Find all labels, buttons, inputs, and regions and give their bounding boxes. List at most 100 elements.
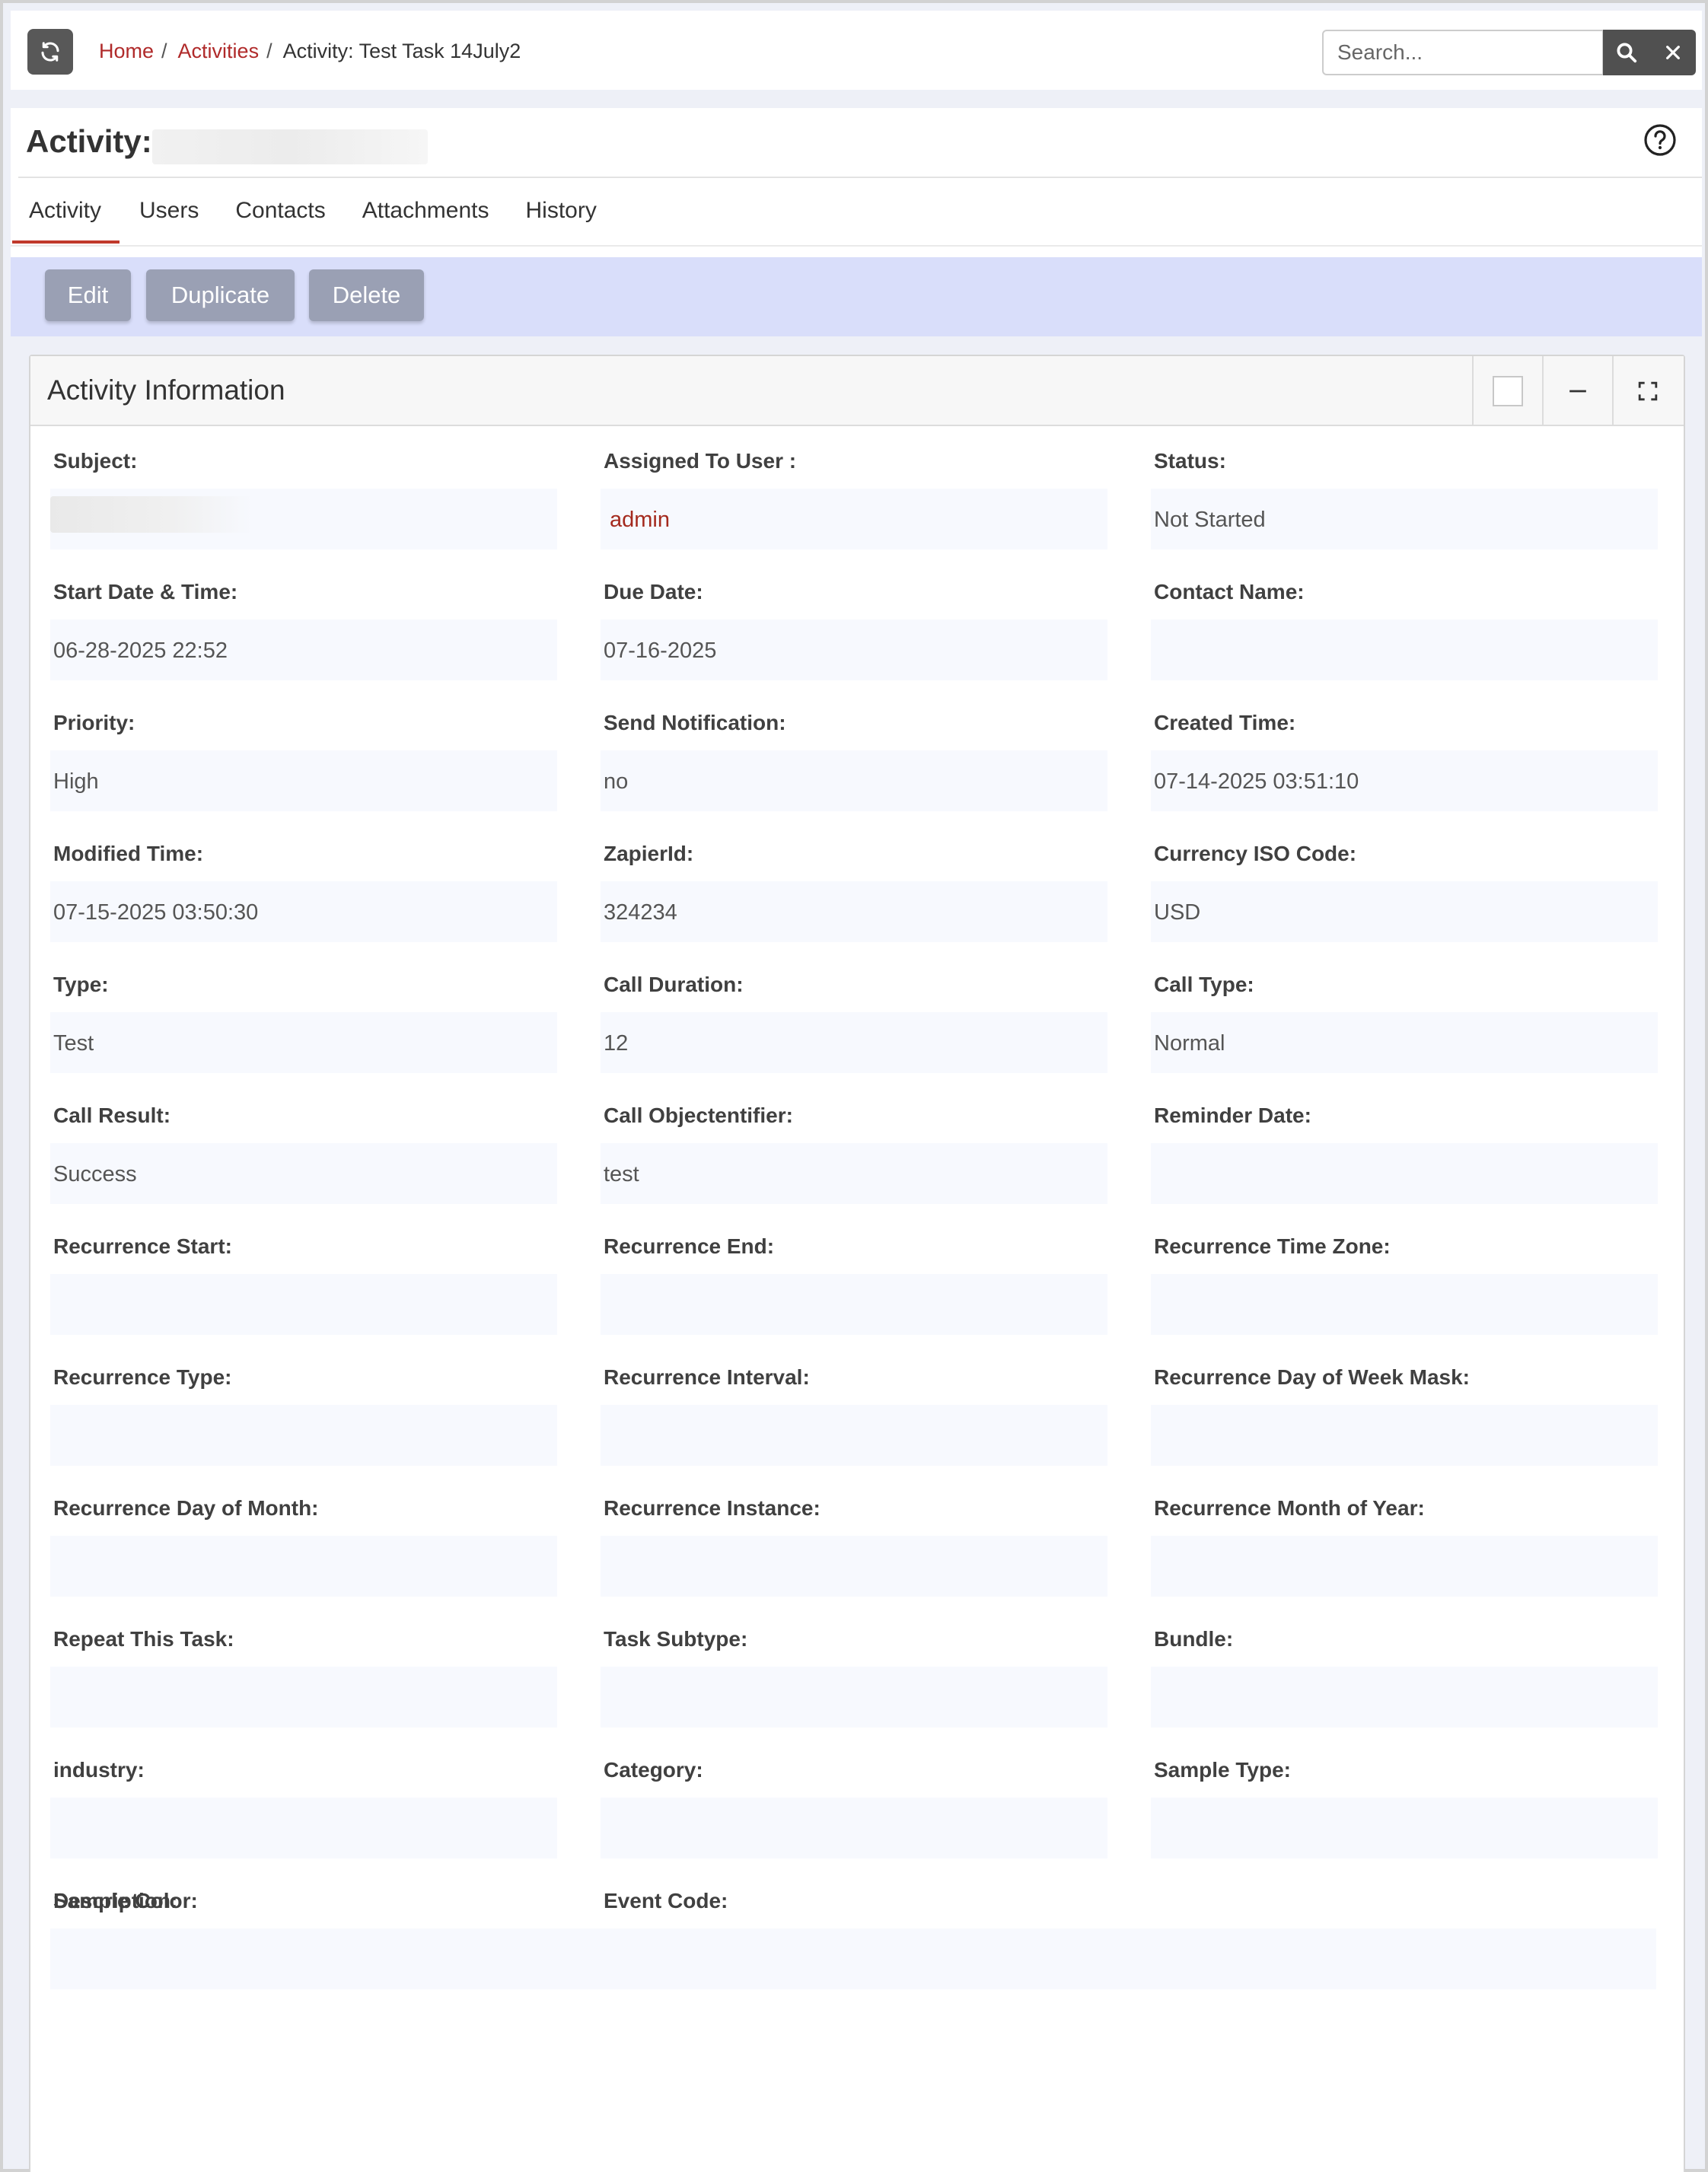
- assigned-user-link[interactable]: admin: [610, 508, 670, 533]
- field-value: 06-28-2025 22:52: [53, 639, 228, 663]
- tab-activity[interactable]: Activity: [11, 178, 121, 244]
- field-label: Recurrence Start:: [53, 1234, 232, 1258]
- field-value-box: [601, 1012, 1107, 1073]
- field-label: Contact Name:: [1154, 580, 1305, 604]
- field-value-box: [1151, 1143, 1658, 1204]
- field-label: Call Duration:: [604, 973, 744, 996]
- field-label: Recurrence Interval:: [604, 1365, 810, 1389]
- top-bar: Home / Activities / Activity: Test Task …: [11, 11, 1702, 90]
- field-value: Not Started: [1154, 508, 1266, 532]
- tab-attachments[interactable]: Attachments: [344, 178, 508, 244]
- divider: [11, 245, 1702, 247]
- expand-icon: [1638, 381, 1658, 401]
- field-label: Start Date & Time:: [53, 580, 238, 604]
- field-label: Sample Type:: [1154, 1758, 1291, 1782]
- refresh-button[interactable]: [27, 29, 73, 75]
- checkbox[interactable]: [1493, 376, 1523, 406]
- field-label: Event Code:: [604, 1889, 728, 1912]
- field-label: Status:: [1154, 449, 1226, 473]
- field-value: test: [604, 1162, 639, 1186]
- field-value-box: [601, 1274, 1107, 1335]
- field-label: Recurrence Day of Week Mask:: [1154, 1365, 1470, 1389]
- search-button[interactable]: [1603, 30, 1650, 75]
- record-header: Activity: Activity Users Contacts Attach…: [11, 108, 1702, 336]
- field-label: Type:: [53, 973, 109, 996]
- field-label: ZapierId:: [604, 842, 694, 865]
- field-label: Created Time:: [1154, 711, 1296, 734]
- field-value: USD: [1154, 900, 1201, 925]
- page-title: Activity:: [26, 123, 152, 159]
- field-value: 324234: [604, 900, 677, 925]
- field-value-box: [1151, 881, 1658, 942]
- field-label: Send Notification:: [604, 711, 786, 734]
- field-value-box: [50, 1405, 557, 1466]
- duplicate-button[interactable]: Duplicate: [146, 269, 295, 321]
- field-value-box: [50, 1536, 557, 1597]
- field-label: Category:: [604, 1758, 703, 1782]
- panel-select-checkbox[interactable]: [1472, 356, 1542, 426]
- redacted-record-name: [152, 129, 428, 164]
- field-value-box: [1151, 1274, 1658, 1335]
- tab-history[interactable]: History: [508, 178, 615, 244]
- field-label: Task Subtype:: [604, 1627, 748, 1651]
- field-label: Assigned To User :: [604, 449, 797, 473]
- delete-button[interactable]: Delete: [309, 269, 424, 321]
- field-value-box: [1151, 1405, 1658, 1466]
- tab-users[interactable]: Users: [121, 178, 217, 244]
- clear-search-button[interactable]: [1650, 30, 1696, 75]
- panel-expand-button[interactable]: [1612, 356, 1682, 426]
- field-value-box: [50, 1928, 1656, 1989]
- redacted-subject-value: [50, 496, 253, 533]
- field-label: Call Objectentifier:: [604, 1104, 793, 1127]
- field-value: 07-14-2025 03:51:10: [1154, 769, 1359, 794]
- field-value: High: [53, 769, 99, 794]
- field-label: Recurrence Type:: [53, 1365, 232, 1389]
- field-label: Recurrence Month of Year:: [1154, 1496, 1425, 1520]
- refresh-icon: [41, 42, 59, 62]
- field-value-box: [601, 1405, 1107, 1466]
- field-value-box: [1151, 619, 1658, 680]
- search-icon: [1617, 43, 1637, 63]
- field-label: Recurrence Day of Month:: [53, 1496, 319, 1520]
- field-label: Description:: [53, 1889, 178, 1912]
- edit-button[interactable]: Edit: [45, 269, 131, 321]
- breadcrumb-current: Activity: Test Task 14July2: [282, 40, 521, 62]
- panel-minimize-button[interactable]: [1542, 356, 1612, 426]
- field-value: 07-16-2025: [604, 639, 717, 663]
- field-value-box: [50, 1012, 557, 1073]
- breadcrumb-activities-link[interactable]: Activities: [178, 40, 260, 63]
- field-label: Call Result:: [53, 1104, 171, 1127]
- breadcrumb-home-link[interactable]: Home: [99, 40, 154, 63]
- field-label: Recurrence Time Zone:: [1154, 1234, 1391, 1258]
- field-label: industry:: [53, 1758, 145, 1782]
- field-value-box: [601, 1536, 1107, 1597]
- record-tabs: Activity Users Contacts Attachments Hist…: [11, 178, 615, 245]
- field-value-box: [601, 1798, 1107, 1858]
- activity-information-panel: Activity Information Subject: Assigned To…: [29, 355, 1685, 2172]
- field-value-box: [50, 1274, 557, 1335]
- field-value: Normal: [1154, 1031, 1225, 1056]
- field-value: 07-15-2025 03:50:30: [53, 900, 259, 925]
- help-icon[interactable]: [1643, 123, 1677, 157]
- field-value: 12: [604, 1031, 629, 1056]
- breadcrumb-separator: /: [266, 40, 272, 62]
- field-label: Due Date:: [604, 580, 703, 604]
- field-label: Repeat This Task:: [53, 1627, 234, 1651]
- field-value-box: [1151, 1536, 1658, 1597]
- app-frame: Home / Activities / Activity: Test Task …: [0, 0, 1708, 2172]
- minimize-icon: [1569, 390, 1586, 393]
- breadcrumb: Home / Activities / Activity: Test Task …: [99, 40, 521, 63]
- search-input[interactable]: [1322, 30, 1604, 75]
- breadcrumb-separator: /: [161, 40, 167, 62]
- field-value-box: [1151, 1667, 1658, 1728]
- field-value-box: [50, 1667, 557, 1728]
- field-value-box: [601, 750, 1107, 811]
- field-label: Priority:: [53, 711, 135, 734]
- field-label: Reminder Date:: [1154, 1104, 1311, 1127]
- field-value-box: [1151, 1012, 1658, 1073]
- close-icon: [1666, 46, 1680, 59]
- field-value-box: [601, 1667, 1107, 1728]
- field-value: Test: [53, 1031, 94, 1056]
- tab-contacts[interactable]: Contacts: [217, 178, 343, 244]
- field-label: Recurrence Instance:: [604, 1496, 821, 1520]
